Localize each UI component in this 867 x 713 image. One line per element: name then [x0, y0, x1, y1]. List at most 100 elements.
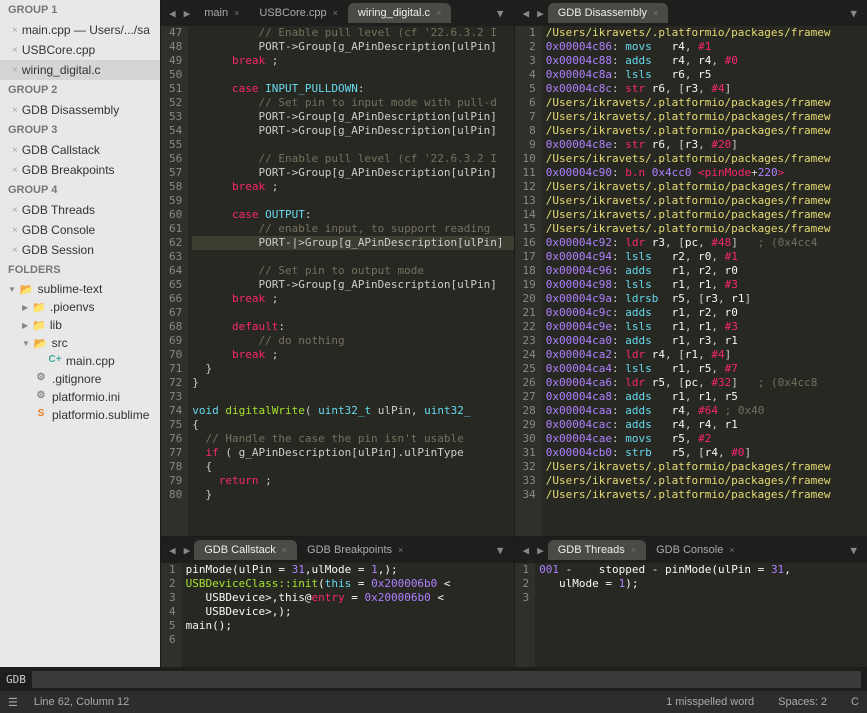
code-line[interactable]: PORT->Group[g_APinDescription[ulPin] [192, 40, 513, 54]
code-area[interactable]: 4748495051525354555657585960616263646566… [161, 26, 514, 536]
nav-fwd-icon[interactable]: ▶ [180, 544, 195, 557]
code-line[interactable]: 0x00004c98: lsls r1, r1, #3 [546, 278, 867, 292]
tab-close-icon[interactable]: × [234, 8, 239, 18]
code-line[interactable]: 0x00004ca0: adds r1, r3, r1 [546, 334, 867, 348]
code-line[interactable]: /Users/ikravets/.platformio/packages/fra… [546, 152, 867, 166]
tab-close-icon[interactable]: × [282, 545, 287, 555]
code-line[interactable]: // Set pin to input mode with pull-d [192, 96, 513, 110]
file-row[interactable]: ⚙platformio.ini [0, 388, 160, 406]
code-line[interactable]: case INPUT_PULLDOWN: [192, 82, 513, 96]
code-line[interactable]: break ; [192, 348, 513, 362]
code-area[interactable]: 123456 pinMode(ulPin = 31,ulMode = 1,);U… [161, 563, 514, 667]
code-line[interactable] [192, 68, 513, 82]
code-line[interactable]: case OUTPUT: [192, 208, 513, 222]
sidebar-file[interactable]: ×main.cpp — Users/.../sa [0, 20, 160, 40]
code-line[interactable]: ▸0x00004c92: ldr r3, [pc, #48] ; (0x4cc4 [546, 236, 867, 250]
code-line[interactable]: 001 - stopped - pinMode(ulPin = 31, [539, 563, 867, 577]
code-line[interactable]: PORT->Group[g_APinDescription[ulPin] [192, 124, 513, 138]
file-row[interactable]: ⚙.gitignore [0, 370, 160, 388]
code-line[interactable] [192, 250, 513, 264]
code-line[interactable]: 0x00004c9a: ldrsb r5, [r3, r1] [546, 292, 867, 306]
code-line[interactable]: /Users/ikravets/.platformio/packages/fra… [546, 124, 867, 138]
close-icon[interactable]: × [12, 165, 18, 176]
code-line[interactable]: PORT->Group[g_APinDescription[ulPin] [192, 166, 513, 180]
tab-close-icon[interactable]: × [653, 8, 658, 18]
close-icon[interactable]: × [12, 45, 18, 56]
code-line[interactable]: 0x00004cae: movs r5, #2 [546, 432, 867, 446]
code-line[interactable]: /Users/ikravets/.platformio/packages/fra… [546, 222, 867, 236]
sidebar-file[interactable]: ×GDB Disassembly [0, 100, 160, 120]
code-line[interactable]: /Users/ikravets/.platformio/packages/fra… [546, 474, 867, 488]
code-line[interactable]: 0x00004c96: adds r1, r2, r0 [546, 264, 867, 278]
code-line[interactable]: // do nothing [192, 334, 513, 348]
code-line[interactable]: 0x00004cac: adds r4, r4, r1 [546, 418, 867, 432]
code-line[interactable]: // Enable pull level (cf '22.6.3.2 I [192, 26, 513, 40]
code-line[interactable]: // Enable pull level (cf '22.6.3.2 I [192, 152, 513, 166]
tab-overflow-icon[interactable]: ▼ [844, 7, 863, 20]
sidebar-file[interactable]: ×GDB Session [0, 240, 160, 260]
tab[interactable]: USBCore.cpp× [249, 3, 348, 23]
tab-close-icon[interactable]: × [398, 545, 403, 555]
tab[interactable]: GDB Disassembly× [548, 3, 669, 23]
code-line[interactable]: /Users/ikravets/.platformio/packages/fra… [546, 488, 867, 502]
folder-row[interactable]: ▶📁lib [0, 316, 160, 334]
tab-close-icon[interactable]: × [729, 545, 734, 555]
code-line[interactable]: 0x00004c8e: str r6, [r3, #20] [546, 138, 867, 152]
tab-overflow-icon[interactable]: ▼ [844, 544, 863, 557]
nav-back-icon[interactable]: ◀ [165, 7, 180, 20]
code-area[interactable]: 1234567891011121314151617181920212223242… [515, 26, 867, 536]
nav-back-icon[interactable]: ◀ [519, 7, 534, 20]
indent-status[interactable]: Spaces: 2 [778, 696, 827, 708]
code-area[interactable]: 123 001 - stopped - pinMode(ulPin = 31, … [515, 563, 867, 667]
code-line[interactable]: /Users/ikravets/.platformio/packages/fra… [546, 26, 867, 40]
code-line[interactable]: { [192, 418, 513, 432]
tab[interactable]: main× [194, 3, 249, 23]
close-icon[interactable]: × [12, 145, 18, 156]
close-icon[interactable]: × [12, 205, 18, 216]
nav-fwd-icon[interactable]: ▶ [533, 7, 548, 20]
code-line[interactable]: } [192, 376, 513, 390]
code-line[interactable]: PORT->Group[g_APinDescription[ulPin] [192, 278, 513, 292]
code-line[interactable]: 0x00004c86: movs r4, #1 [546, 40, 867, 54]
tab[interactable]: GDB Callstack× [194, 540, 297, 560]
tab-close-icon[interactable]: × [631, 545, 636, 555]
code-line[interactable]: if ( g_APinDescription[ulPin].ulPinType [192, 446, 513, 460]
code-line[interactable]: } [192, 362, 513, 376]
close-icon[interactable]: × [12, 105, 18, 116]
file-row[interactable]: C+main.cpp [0, 352, 160, 370]
code-line[interactable]: ulMode = 1); [539, 577, 867, 591]
tab[interactable]: GDB Breakpoints× [297, 540, 413, 560]
code-line[interactable]: return ; [192, 474, 513, 488]
tab[interactable]: GDB Console× [646, 540, 745, 560]
nav-back-icon[interactable]: ◀ [519, 544, 534, 557]
sidebar-file[interactable]: ×GDB Threads [0, 200, 160, 220]
tab-overflow-icon[interactable]: ▼ [491, 7, 510, 20]
folder-row[interactable]: ▶📁.pioenvs [0, 298, 160, 316]
code-line[interactable]: ▸ PORT-|>Group[g_APinDescription[ulPin] [192, 236, 513, 250]
gdb-input[interactable] [32, 671, 861, 688]
code-line[interactable]: break ; [192, 54, 513, 68]
nav-fwd-icon[interactable]: ▶ [533, 544, 548, 557]
sidebar-file[interactable]: ×GDB Callstack [0, 140, 160, 160]
code-line[interactable]: // Set pin to output mode [192, 264, 513, 278]
code-line[interactable]: USBDevice>,this@entry = 0x200006b0 < [186, 591, 514, 605]
code-line[interactable]: 0x00004c88: adds r4, r4, #0 [546, 54, 867, 68]
code-line[interactable]: 0x00004c9c: adds r1, r2, r0 [546, 306, 867, 320]
tab-close-icon[interactable]: × [436, 8, 441, 18]
code-line[interactable]: USBDevice>,); [186, 605, 514, 619]
code-line[interactable]: /Users/ikravets/.platformio/packages/fra… [546, 110, 867, 124]
tab[interactable]: GDB Threads× [548, 540, 646, 560]
tab-overflow-icon[interactable]: ▼ [491, 544, 510, 557]
nav-fwd-icon[interactable]: ▶ [180, 7, 195, 20]
code-line[interactable]: { [192, 460, 513, 474]
close-icon[interactable]: × [12, 65, 18, 76]
close-icon[interactable]: × [12, 245, 18, 256]
code-line[interactable]: 0x00004ca2: ldr r4, [r1, #4] [546, 348, 867, 362]
sidebar-file[interactable]: ×GDB Breakpoints [0, 160, 160, 180]
sidebar-file[interactable]: ×wiring_digital.c [0, 60, 160, 80]
code-line[interactable]: 0x00004caa: adds r4, #64 ; 0x40 [546, 404, 867, 418]
code-line[interactable]: // enable input, to support reading [192, 222, 513, 236]
code-line[interactable]: 0x00004ca4: lsls r1, r5, #7 [546, 362, 867, 376]
code-line[interactable]: 0x00004c8a: lsls r6, r5 [546, 68, 867, 82]
code-line[interactable]: pinMode(ulPin = 31,ulMode = 1,); [186, 563, 514, 577]
